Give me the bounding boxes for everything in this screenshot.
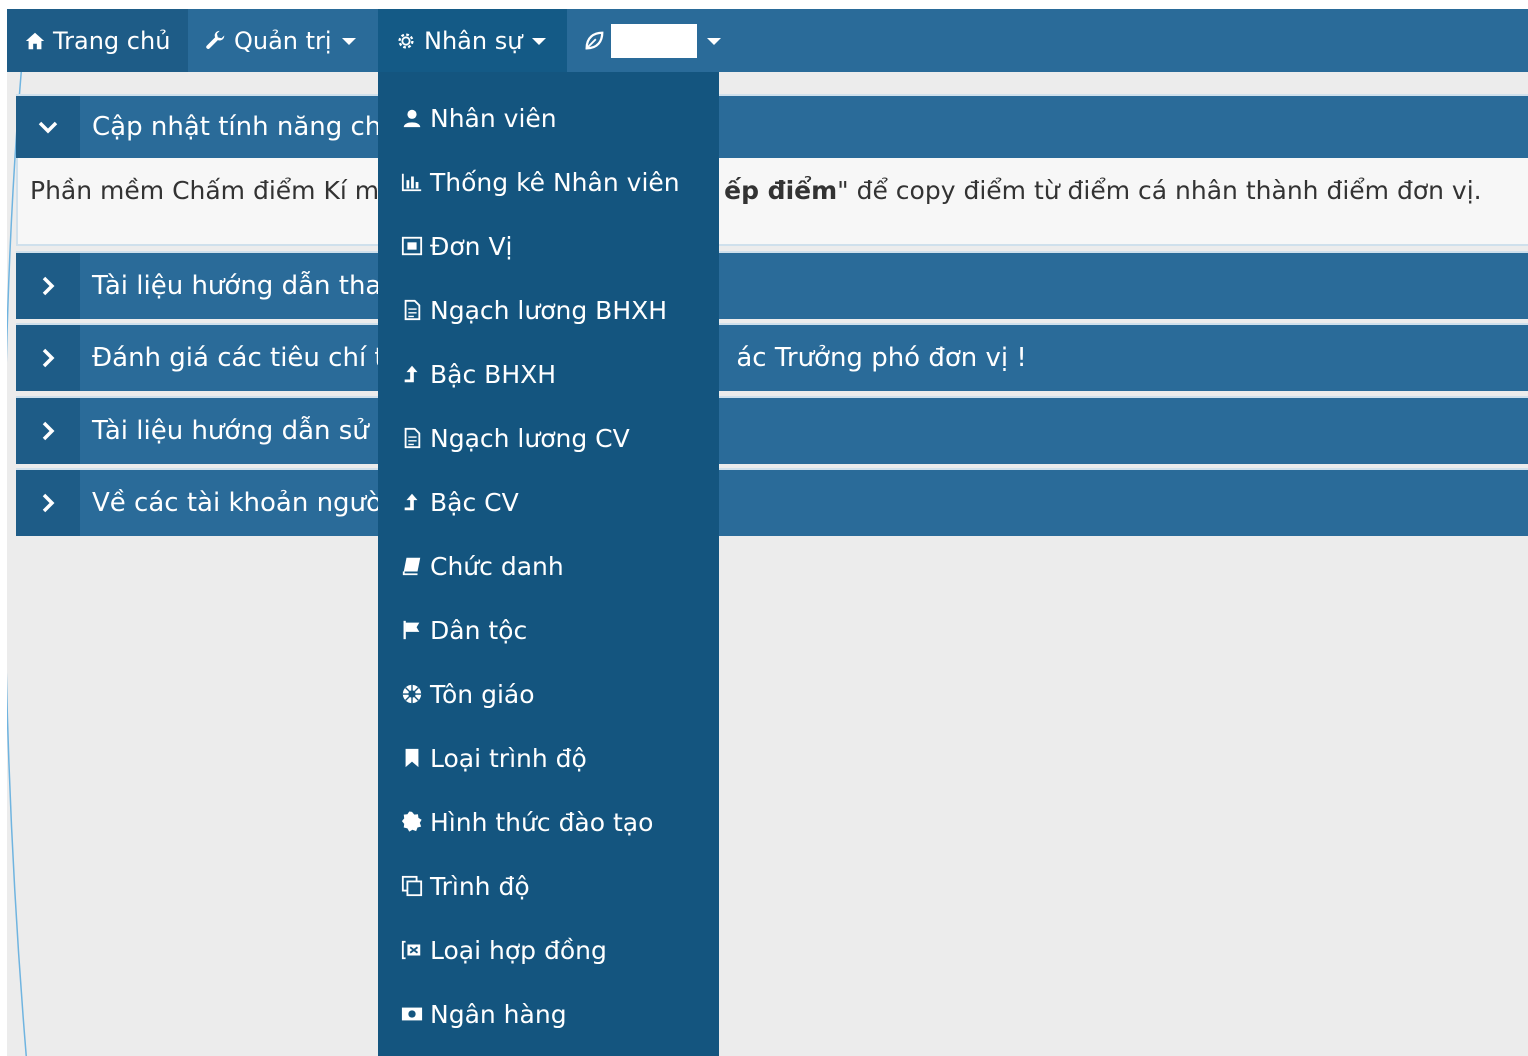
- menu-item-label: Bậc BHXH: [430, 359, 557, 389]
- app-window: Trang chủ Quản trị Nhân sự Cập nhật tính…: [7, 9, 1528, 1056]
- nav-admin[interactable]: Quản trị: [188, 9, 378, 72]
- menu-item-contract-type[interactable]: Loại hợp đồng: [378, 918, 719, 982]
- nav-home[interactable]: Trang chủ: [7, 9, 188, 72]
- org-icon: [400, 234, 424, 258]
- panel-title: Cập nhật tính năng chấ: [92, 112, 398, 142]
- document-icon: [400, 298, 424, 322]
- panel-body-text: Phần mềm Chấm điểm Kí m: [30, 176, 380, 205]
- wheel-icon: [400, 682, 424, 706]
- menu-item-label: Dân tộc: [430, 615, 528, 645]
- menu-item-qualification[interactable]: Trình độ: [378, 854, 719, 918]
- nav-hr-label: Nhân sự: [424, 26, 523, 55]
- certificate-icon: [400, 810, 424, 834]
- document-icon: [400, 426, 424, 450]
- menu-item-employee-stats[interactable]: Thống kê Nhân viên: [378, 150, 719, 214]
- hr-dropdown-menu: Nhân viên Thống kê Nhân viên Đơn Vị Ngạc…: [378, 72, 719, 1056]
- level-up-icon: [400, 362, 424, 386]
- menu-item-label: Ngân hàng: [430, 999, 567, 1029]
- panel-title: Tài liệu hướng dẫn thay: [92, 271, 397, 301]
- accordion-panel-3: Đánh giá các tiêu chí tr ác Trưởng phó đ…: [16, 323, 1528, 391]
- menu-item-religion[interactable]: Tôn giáo: [378, 662, 719, 726]
- menu-item-label: Loại trình độ: [430, 743, 587, 773]
- nav-user[interactable]: [567, 9, 737, 72]
- accordion-panel-5: Về các tài khoản người: [16, 468, 1528, 536]
- chevron-right-icon: [42, 493, 55, 513]
- menu-item-salary-cv[interactable]: Ngạch lương CV: [378, 406, 719, 470]
- panel-body: Phần mềm Chấm điểm Kí m ếp điểm" để copy …: [16, 158, 1528, 246]
- menu-item-label: Trình độ: [430, 871, 530, 901]
- panel-body-text-tail: " để copy điểm từ điểm cá nhân thành điể…: [837, 176, 1482, 205]
- menu-item-ethnicity[interactable]: Dân tộc: [378, 598, 719, 662]
- nav-home-label: Trang chủ: [53, 26, 171, 55]
- menu-item-label: Đơn Vị: [430, 231, 513, 261]
- panel-body-bold: ếp điểm: [724, 176, 838, 205]
- menu-item-label: Ngạch lương CV: [430, 423, 630, 453]
- copy-icon: [400, 874, 424, 898]
- panel-header[interactable]: Cập nhật tính năng chấ: [16, 94, 1528, 158]
- user-icon: [400, 106, 424, 130]
- panel-title: Đánh giá các tiêu chí tr: [92, 343, 396, 373]
- wrench-icon: [204, 29, 228, 53]
- chevron-down-icon: [707, 38, 721, 45]
- menu-item-bank[interactable]: Ngân hàng: [378, 982, 719, 1046]
- chevron-right-icon: [42, 421, 55, 441]
- redacted-username: [611, 23, 697, 58]
- book-icon: [400, 554, 424, 578]
- leaf-icon: [583, 29, 605, 53]
- contract-icon: [400, 938, 424, 962]
- accordion-panel-4: Tài liệu hướng dẫn sử c: [16, 396, 1528, 464]
- menu-item-grade-cv[interactable]: Bậc CV: [378, 470, 719, 534]
- chevron-right-icon: [42, 276, 55, 296]
- top-navbar: Trang chủ Quản trị Nhân sự: [7, 9, 1528, 72]
- nav-hr[interactable]: Nhân sự: [378, 9, 567, 72]
- menu-item-qualification-type[interactable]: Loại trình độ: [378, 726, 719, 790]
- menu-item-salary-bhxh[interactable]: Ngạch lương BHXH: [378, 278, 719, 342]
- chevron-down-icon: [341, 38, 356, 45]
- menu-item-label: Loại hợp đồng: [430, 935, 607, 965]
- menu-item-title[interactable]: Chức danh: [378, 534, 719, 598]
- panel-header[interactable]: Đánh giá các tiêu chí tr ác Trưởng phó đ…: [16, 323, 1528, 391]
- panel-header[interactable]: Tài liệu hướng dẫn thay: [16, 251, 1528, 319]
- accordion-panel-1: Cập nhật tính năng chấ Phần mềm Chấm điể…: [16, 94, 1528, 246]
- menu-item-unit[interactable]: Đơn Vị: [378, 214, 719, 278]
- bookmark-icon: [400, 746, 424, 770]
- panel-toggle[interactable]: [16, 96, 80, 158]
- accordion-panel-2: Tài liệu hướng dẫn thay: [16, 251, 1528, 319]
- panel-toggle[interactable]: [16, 325, 80, 391]
- menu-item-label: Ngạch lương BHXH: [430, 295, 668, 325]
- panel-header[interactable]: Tài liệu hướng dẫn sử c: [16, 396, 1528, 464]
- panel-title: Về các tài khoản người: [92, 488, 390, 518]
- panel-header[interactable]: Về các tài khoản người: [16, 468, 1528, 536]
- menu-item-label: Chức danh: [430, 551, 564, 581]
- menu-item-label: Nhân viên: [430, 103, 557, 133]
- menu-item-training-form[interactable]: Hình thức đào tạo: [378, 790, 719, 854]
- chevron-down-icon: [532, 38, 547, 45]
- menu-item-label: Tôn giáo: [430, 679, 535, 709]
- level-up-icon: [400, 490, 424, 514]
- panel-toggle[interactable]: [16, 398, 80, 464]
- panel-toggle[interactable]: [16, 253, 80, 319]
- panel-toggle[interactable]: [16, 470, 80, 536]
- menu-item-label: Hình thức đào tạo: [430, 807, 654, 837]
- bar-chart-icon: [400, 170, 424, 194]
- menu-item-label: Thống kê Nhân viên: [430, 167, 680, 197]
- chevron-right-icon: [42, 348, 55, 368]
- nav-admin-label: Quản trị: [234, 26, 332, 55]
- menu-item-employee[interactable]: Nhân viên: [378, 86, 719, 150]
- panel-title: Tài liệu hướng dẫn sử c: [92, 416, 392, 446]
- gear-icon: [394, 29, 418, 53]
- menu-item-label: Bậc CV: [430, 487, 519, 517]
- home-icon: [23, 29, 47, 53]
- money-icon: [400, 1002, 424, 1026]
- menu-item-grade-bhxh[interactable]: Bậc BHXH: [378, 342, 719, 406]
- chevron-down-icon: [38, 121, 58, 134]
- flag-icon: [400, 618, 424, 642]
